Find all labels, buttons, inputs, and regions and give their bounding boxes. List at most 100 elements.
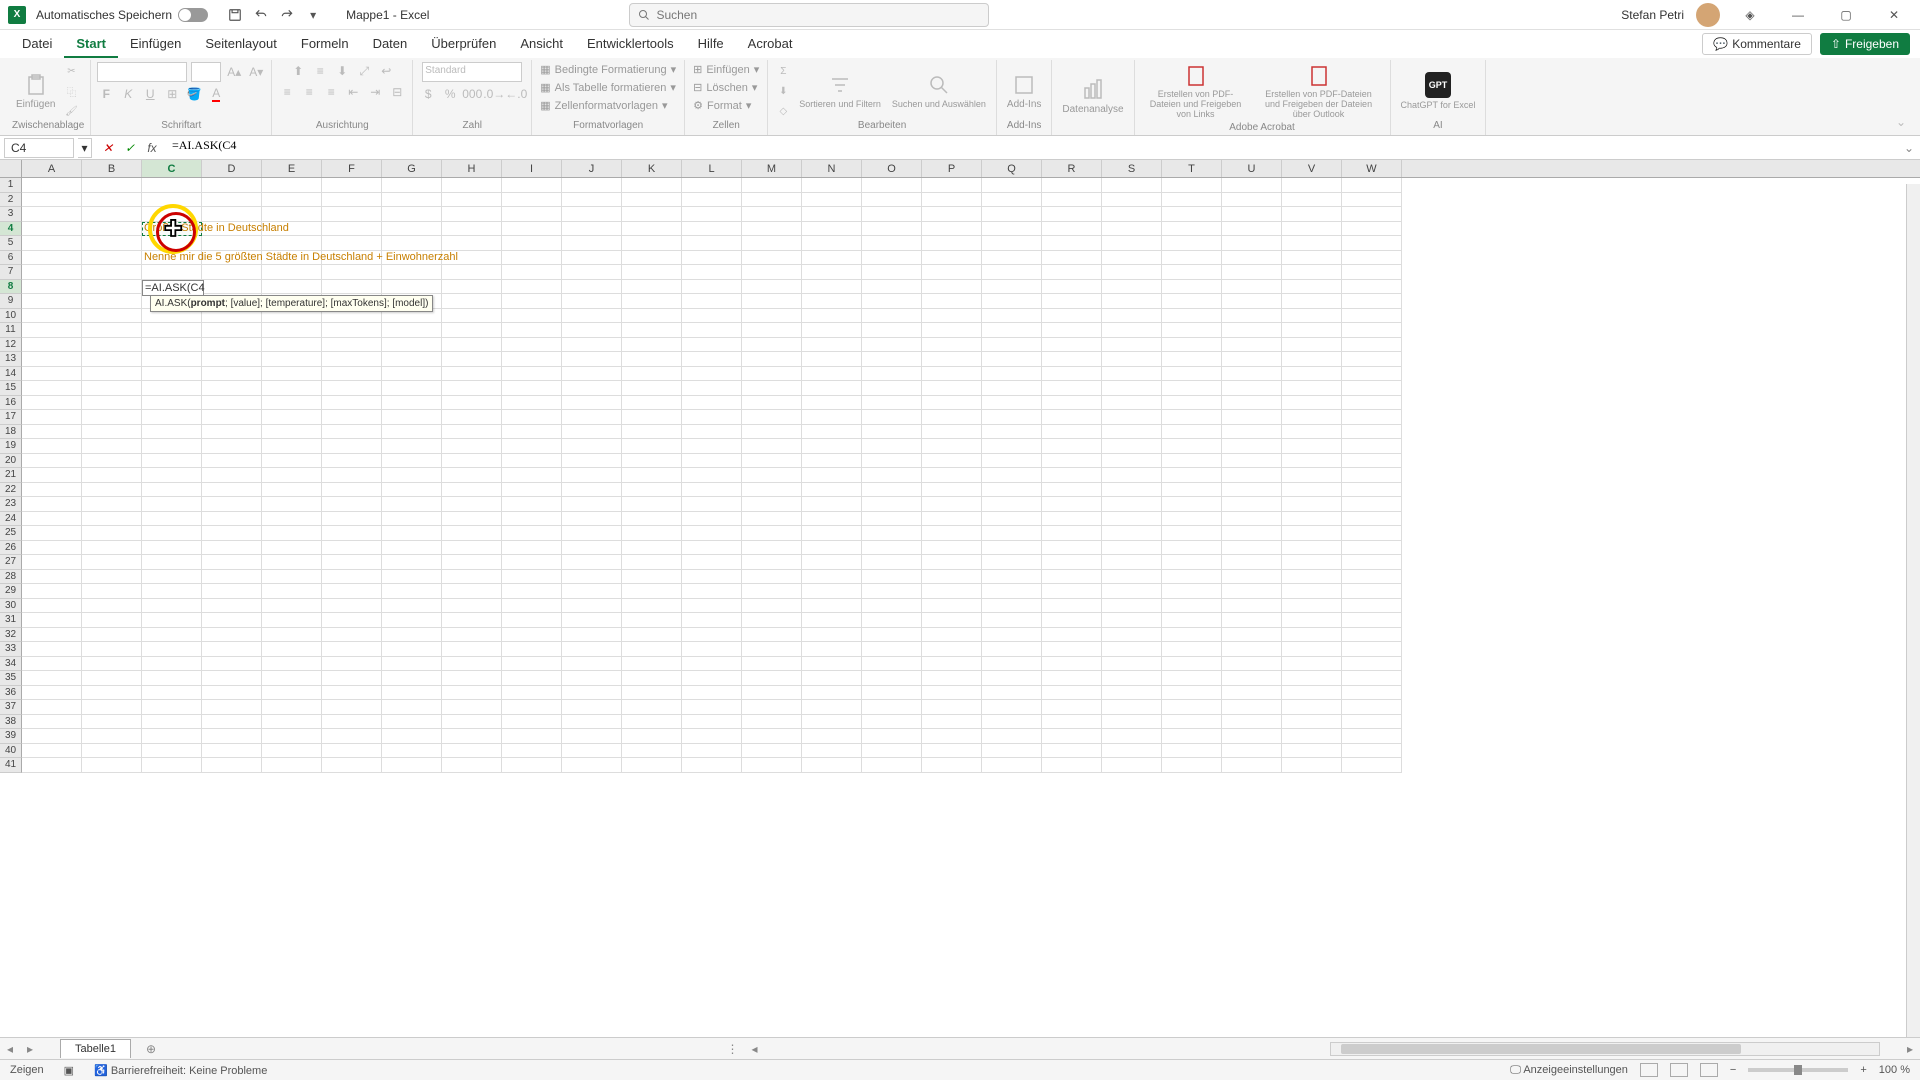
cell[interactable] — [922, 309, 982, 324]
cell[interactable] — [1042, 526, 1102, 541]
cell[interactable] — [1102, 744, 1162, 759]
cut-icon[interactable]: ✂ — [62, 62, 80, 80]
cell[interactable] — [1162, 671, 1222, 686]
cell[interactable] — [622, 628, 682, 643]
save-icon[interactable] — [226, 6, 244, 24]
cell[interactable] — [442, 671, 502, 686]
cell[interactable] — [682, 671, 742, 686]
cell[interactable] — [1222, 178, 1282, 193]
row-header-10[interactable]: 10 — [0, 309, 22, 324]
cell[interactable] — [682, 599, 742, 614]
cell[interactable] — [1162, 439, 1222, 454]
cell[interactable] — [862, 526, 922, 541]
cell[interactable] — [982, 657, 1042, 672]
cell[interactable] — [562, 686, 622, 701]
cell[interactable] — [562, 744, 622, 759]
cell[interactable] — [1102, 178, 1162, 193]
cell[interactable] — [562, 497, 622, 512]
cell[interactable] — [502, 309, 562, 324]
cell[interactable] — [1222, 381, 1282, 396]
cell[interactable] — [202, 193, 262, 208]
cell[interactable] — [1342, 178, 1402, 193]
cell[interactable] — [862, 323, 922, 338]
cell[interactable] — [922, 686, 982, 701]
cell[interactable] — [1042, 410, 1102, 425]
cell[interactable] — [802, 744, 862, 759]
cell[interactable] — [142, 236, 202, 251]
cell[interactable] — [322, 439, 382, 454]
maximize-icon[interactable]: ▢ — [1828, 3, 1864, 27]
cell[interactable] — [502, 236, 562, 251]
paste-button[interactable]: Einfügen — [12, 71, 59, 112]
cell[interactable] — [202, 758, 262, 773]
cell[interactable] — [802, 309, 862, 324]
cell[interactable] — [802, 628, 862, 643]
cell[interactable] — [1282, 497, 1342, 512]
cell[interactable] — [202, 570, 262, 585]
cell[interactable] — [502, 715, 562, 730]
cell[interactable] — [502, 570, 562, 585]
cell[interactable] — [322, 541, 382, 556]
cell[interactable] — [1102, 439, 1162, 454]
cell[interactable] — [1102, 657, 1162, 672]
cell[interactable] — [1162, 178, 1222, 193]
cell[interactable] — [1342, 425, 1402, 440]
cell[interactable] — [322, 613, 382, 628]
cell[interactable] — [142, 628, 202, 643]
cell[interactable] — [142, 758, 202, 773]
cell[interactable] — [622, 367, 682, 382]
cell[interactable] — [262, 483, 322, 498]
cell[interactable] — [742, 338, 802, 353]
cell[interactable] — [1222, 468, 1282, 483]
cell[interactable] — [442, 367, 502, 382]
cell[interactable] — [802, 251, 862, 266]
cell[interactable] — [1102, 642, 1162, 657]
cell[interactable] — [202, 628, 262, 643]
cell[interactable] — [22, 541, 82, 556]
comma-icon[interactable]: 000 — [463, 85, 481, 103]
row-header-19[interactable]: 19 — [0, 439, 22, 454]
cell[interactable] — [262, 381, 322, 396]
row-header-34[interactable]: 34 — [0, 657, 22, 672]
cell[interactable] — [742, 700, 802, 715]
cell[interactable] — [1162, 193, 1222, 208]
cell[interactable] — [1282, 584, 1342, 599]
cell[interactable] — [502, 526, 562, 541]
cell[interactable] — [1102, 715, 1162, 730]
cell[interactable] — [742, 570, 802, 585]
cell[interactable] — [562, 265, 622, 280]
font-size-input[interactable] — [191, 62, 221, 82]
cell[interactable] — [1222, 584, 1282, 599]
cell[interactable] — [202, 265, 262, 280]
tab-data[interactable]: Daten — [361, 31, 420, 58]
tab-dev[interactable]: Entwicklertools — [575, 31, 686, 58]
cell[interactable] — [862, 265, 922, 280]
cell[interactable] — [562, 396, 622, 411]
collapse-ribbon-icon[interactable]: ⌄ — [1892, 113, 1910, 131]
cell[interactable] — [322, 468, 382, 483]
cell[interactable] — [1282, 526, 1342, 541]
cell[interactable] — [862, 555, 922, 570]
cell[interactable] — [1282, 628, 1342, 643]
cell[interactable] — [562, 512, 622, 527]
cell[interactable] — [1342, 570, 1402, 585]
cell[interactable] — [142, 483, 202, 498]
cell[interactable] — [22, 555, 82, 570]
cell[interactable] — [1222, 396, 1282, 411]
cell[interactable] — [82, 483, 142, 498]
cell[interactable] — [982, 599, 1042, 614]
cell[interactable] — [142, 367, 202, 382]
row-header-29[interactable]: 29 — [0, 584, 22, 599]
cell[interactable] — [1222, 599, 1282, 614]
cell[interactable] — [442, 497, 502, 512]
cell[interactable] — [502, 686, 562, 701]
cell[interactable] — [1222, 236, 1282, 251]
cell[interactable] — [742, 555, 802, 570]
cell[interactable] — [382, 729, 442, 744]
cell[interactable] — [1282, 352, 1342, 367]
cell[interactable] — [202, 642, 262, 657]
cell[interactable] — [142, 454, 202, 469]
cell[interactable] — [982, 396, 1042, 411]
cell[interactable] — [1042, 483, 1102, 498]
align-top-icon[interactable]: ⬆ — [289, 62, 307, 80]
